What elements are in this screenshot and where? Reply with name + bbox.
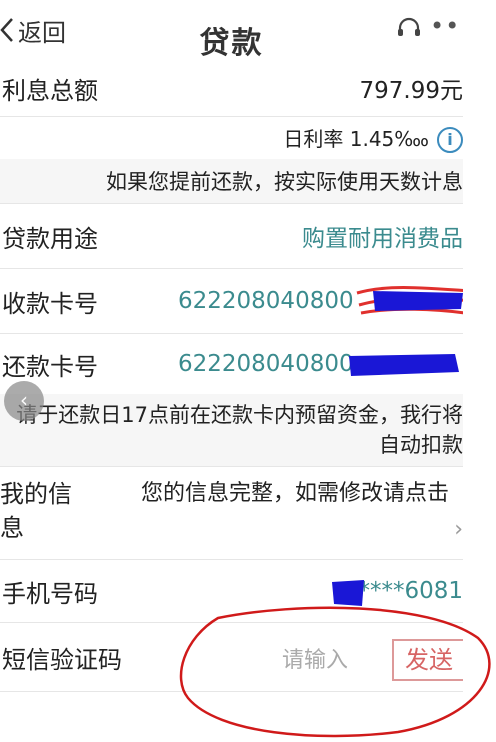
redaction-scribble xyxy=(349,354,459,376)
loan-purpose-value[interactable]: 购置耐用消费品 xyxy=(302,219,463,253)
interest-total-label: 利息总额 xyxy=(2,76,98,105)
headset-icon[interactable] xyxy=(396,16,422,42)
repay-card-value[interactable]: 622208040800 xyxy=(178,351,354,377)
my-info-label: 我的信息 xyxy=(0,480,72,542)
my-info-row[interactable]: 我的信息 您的信息完整，如需修改请点击 › xyxy=(0,467,463,560)
chevron-left-icon[interactable]: ‹ xyxy=(4,381,44,421)
receive-card-label: 收款卡号 xyxy=(2,289,98,318)
more-icon[interactable]: ••• xyxy=(430,14,474,41)
daily-rate-wrap: 日利率 1.45‱ i xyxy=(283,123,463,154)
sms-code-label: 短信验证码 xyxy=(2,645,122,674)
info-icon[interactable]: i xyxy=(437,127,463,154)
daily-rate-value: 日利率 1.45‱ xyxy=(283,126,429,151)
annotation-circle xyxy=(179,606,491,738)
my-info-value[interactable]: 您的信息完整，如需修改请点击 xyxy=(119,477,449,511)
interest-total-value: 797.99元 xyxy=(359,78,463,104)
receive-card-value[interactable]: 622208040800 xyxy=(178,288,354,314)
redaction-scribble xyxy=(356,286,472,315)
top-bar: 返回 贷款 ••• xyxy=(0,0,474,61)
repay-card-label: 还款卡号 xyxy=(2,352,98,381)
page-title: 贷款 xyxy=(199,26,264,61)
interest-total-row: 利息总额 797.99元 xyxy=(0,60,463,117)
daily-rate-row: 日利率 1.45‱ i xyxy=(0,117,463,159)
repay-note: 请于还款日17点前在还款卡内预留资金，我行将自动扣款 xyxy=(16,403,463,457)
repay-note-row: 请于还款日17点前在还款卡内预留资金，我行将自动扣款 xyxy=(0,394,463,467)
loan-purpose-label: 贷款用途 xyxy=(2,224,98,253)
early-repay-note-row: 如果您提前还款，按实际使用天数计息 xyxy=(0,159,463,204)
chevron-right-icon[interactable]: › xyxy=(454,517,463,542)
early-repay-note: 如果您提前还款，按实际使用天数计息 xyxy=(106,170,463,194)
phone-label: 手机号码 xyxy=(2,579,98,608)
loan-purpose-row[interactable]: 贷款用途 购置耐用消费品 xyxy=(0,204,463,269)
